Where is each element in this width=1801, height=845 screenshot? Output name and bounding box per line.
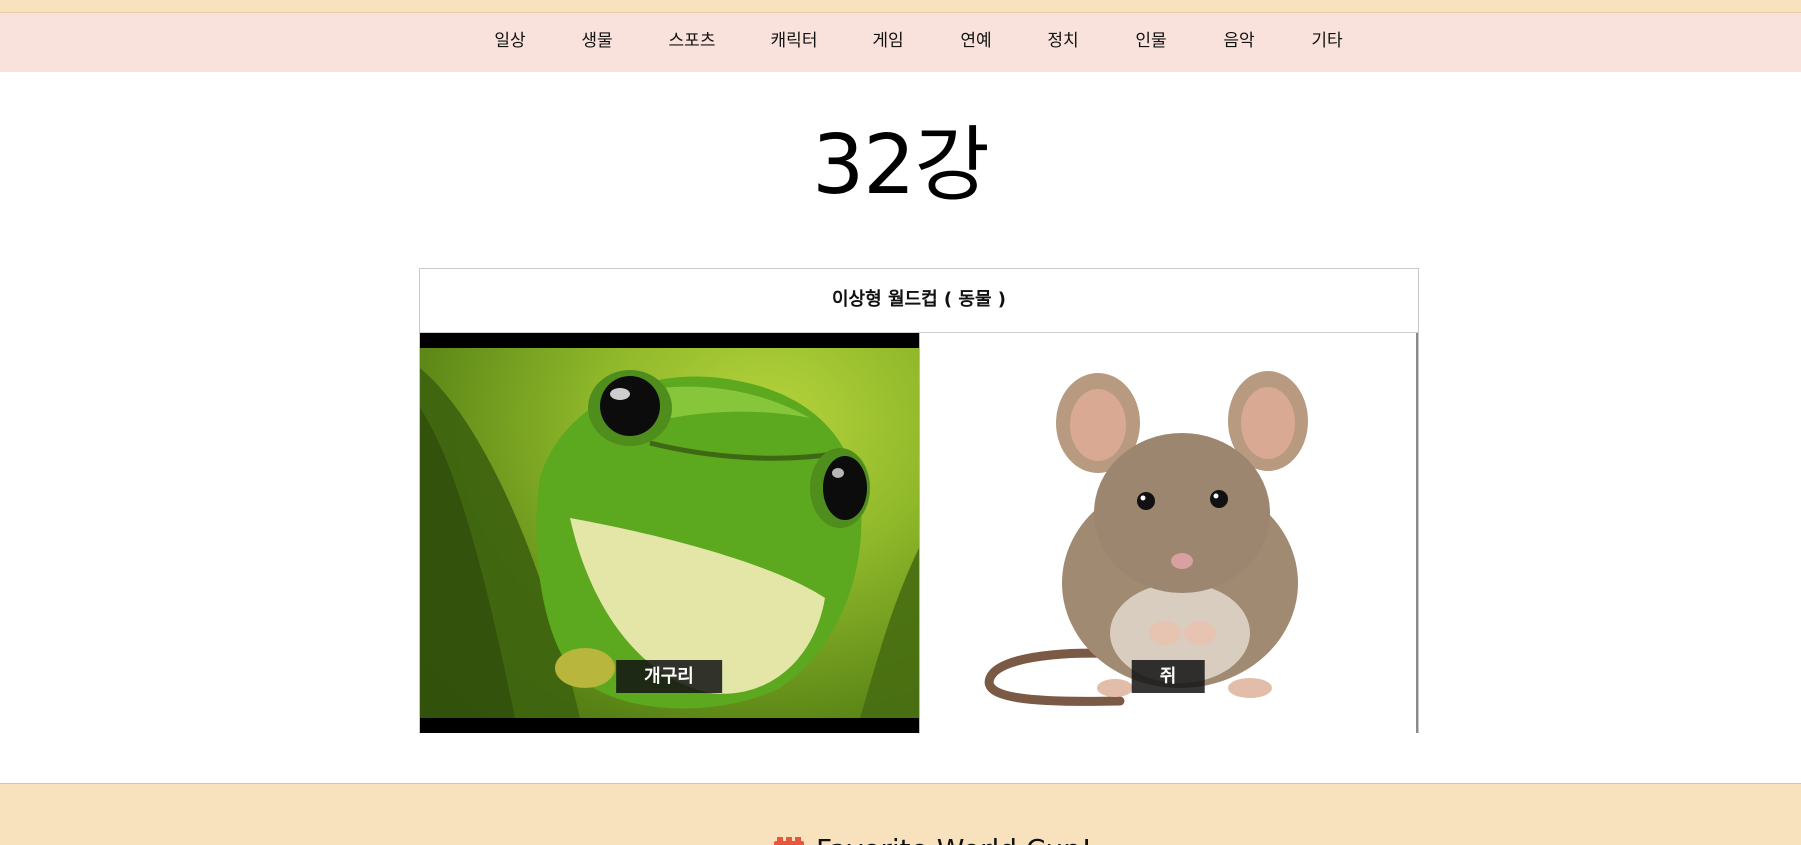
candidate-label-right: 쥐 bbox=[1131, 660, 1205, 693]
site-footer: Favorite World Cup! bbox=[0, 783, 1801, 845]
nav-item-creatures[interactable]: 생물 bbox=[581, 13, 612, 72]
candidate-card-left[interactable]: 개구리 bbox=[420, 333, 919, 733]
category-menu: 일상 생물 스포츠 캐릭터 게임 연예 정치 인물 음악 기타 bbox=[0, 13, 1801, 72]
candidate-label-left: 개구리 bbox=[616, 660, 722, 693]
nav-item-daily[interactable]: 일상 bbox=[494, 13, 525, 72]
footer-brand-text: Favorite World Cup! bbox=[816, 833, 1092, 845]
worldcup-title: 이상형 월드컵 ( 동물 ) bbox=[420, 269, 1418, 333]
nav-item-etc[interactable]: 기타 bbox=[1311, 13, 1342, 72]
nav-item-games[interactable]: 게임 bbox=[872, 13, 903, 72]
nav-item-sports[interactable]: 스포츠 bbox=[669, 13, 716, 72]
nav-item-music[interactable]: 음악 bbox=[1223, 13, 1254, 72]
logo-icon bbox=[774, 837, 804, 845]
candidate-card-right[interactable]: 쥐 bbox=[919, 333, 1418, 733]
top-strip bbox=[0, 0, 1801, 13]
worldcup-match-panel: 이상형 월드컵 ( 동물 ) 개구리 쥐 bbox=[419, 268, 1419, 733]
round-title: 32강 bbox=[812, 118, 990, 213]
nav-item-politics[interactable]: 정치 bbox=[1047, 13, 1078, 72]
nav-item-entertainment[interactable]: 연예 bbox=[960, 13, 991, 72]
nav-item-characters[interactable]: 캐릭터 bbox=[771, 13, 818, 72]
footer-brand[interactable]: Favorite World Cup! bbox=[774, 833, 1092, 845]
nav-item-people[interactable]: 인물 bbox=[1135, 13, 1166, 72]
category-navbar: 일상 생물 스포츠 캐릭터 게임 연예 정치 인물 음악 기타 bbox=[0, 13, 1801, 72]
